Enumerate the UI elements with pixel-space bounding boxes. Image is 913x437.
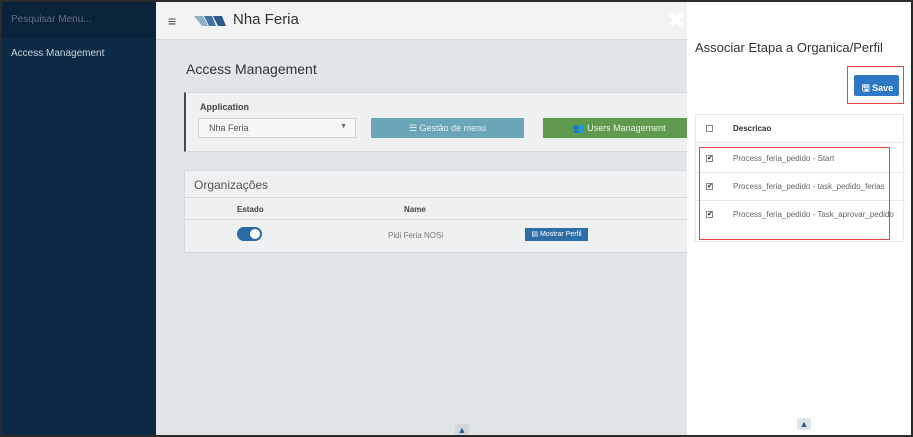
mostrar-perfil-button[interactable]: ▤ Mostrar Perfil (525, 228, 588, 241)
organizations-card: Organizações Estado Name Pidi Feria NOSi… (184, 170, 695, 253)
save-label: Save (872, 83, 894, 93)
column-header-name: Name (404, 205, 426, 214)
list-icon: ☰ (408, 123, 420, 133)
scroll-up-icon[interactable]: ▲ (455, 424, 469, 435)
save-button[interactable]: 🖫 Save (854, 75, 899, 96)
users-management-label: Users Management (587, 123, 666, 133)
sidebar-search-input[interactable]: Pesquisar Menu... (2, 2, 156, 38)
application-select[interactable]: Nha Feria ▼ (198, 118, 356, 138)
panel-title: Associar Etapa a Organica/Perfil (695, 40, 883, 55)
gestao-menu-label: Gestão de menu (419, 123, 487, 133)
table-header-row: Descricao (696, 115, 905, 143)
application-label: Application (200, 102, 249, 112)
application-card: Application Nha Feria ▼ ☰ Gestão de menu… (184, 92, 696, 152)
app-logo (194, 16, 226, 26)
organization-name: Pidi Feria NOSi (388, 231, 444, 240)
close-icon[interactable]: ✖ (668, 8, 685, 33)
column-header-descricao: Descricao (733, 124, 772, 133)
floppy-disk-icon: 🖫 (862, 83, 873, 93)
users-icon: 👥 (573, 123, 588, 133)
app-title: Nha Feria (233, 11, 299, 28)
toggle-knob (250, 229, 260, 239)
scroll-up-icon[interactable]: ▲ (797, 418, 811, 430)
divider (185, 219, 695, 220)
id-card-icon: ▤ (531, 231, 540, 238)
gestao-menu-button[interactable]: ☰ Gestão de menu (371, 118, 524, 138)
application-select-value: Nha Feria (209, 123, 249, 133)
top-bar: ≡ Nha Feria ✖ (156, 2, 687, 40)
select-all-checkbox[interactable] (706, 125, 713, 132)
column-header-estado: Estado (237, 205, 264, 214)
sidebar-item-access-management[interactable]: Access Management (2, 44, 156, 66)
users-management-button[interactable]: 👥 Users Management (543, 118, 696, 138)
hamburger-icon[interactable]: ≡ (168, 13, 176, 29)
rows-highlight-box (699, 147, 890, 240)
main-content: Access Management Application Nha Feria … (156, 40, 696, 435)
side-panel: Associar Etapa a Organica/Perfil 🖫 Save … (687, 2, 911, 435)
sidebar: Pesquisar Menu... Access Management (2, 2, 156, 435)
app-window: Pesquisar Menu... Access Management ≡ Nh… (0, 0, 913, 437)
estado-toggle[interactable] (237, 227, 262, 241)
chevron-down-icon: ▼ (340, 123, 347, 130)
page-title: Access Management (186, 61, 317, 77)
divider (185, 197, 695, 198)
mostrar-perfil-label: Mostrar Perfil (539, 231, 582, 238)
organizations-title: Organizações (194, 178, 269, 192)
